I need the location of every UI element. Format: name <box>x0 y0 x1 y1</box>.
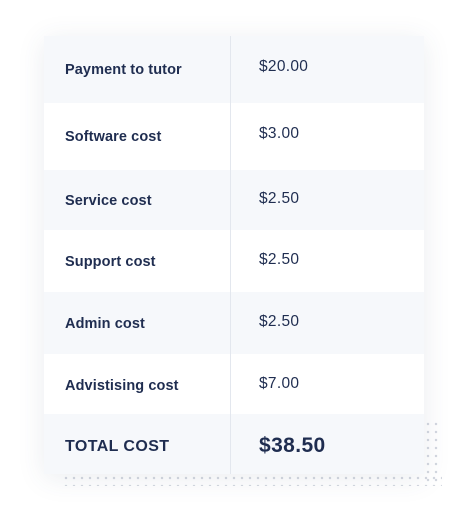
row-label: Service cost <box>65 193 152 209</box>
total-row: TOTAL COST $38.50 <box>44 414 424 474</box>
dot-pattern-decoration <box>62 474 442 486</box>
table-row: Support cost $2.50 <box>44 230 424 292</box>
row-label: Payment to tutor <box>65 62 182 78</box>
cost-breakdown-stage: Payment to tutor $20.00 Software cost $3… <box>0 0 468 528</box>
row-value: $2.50 <box>259 190 300 207</box>
table-row: Advistising cost $7.00 <box>44 354 424 414</box>
row-label: Software cost <box>65 129 162 145</box>
row-label: Support cost <box>65 254 156 270</box>
row-value: $3.00 <box>259 125 300 142</box>
row-label: Advistising cost <box>65 378 179 394</box>
table-row: Admin cost $2.50 <box>44 292 424 354</box>
row-value: $20.00 <box>259 58 309 75</box>
cost-table-card: Payment to tutor $20.00 Software cost $3… <box>44 36 424 474</box>
total-value: $38.50 <box>259 434 326 457</box>
row-value: $2.50 <box>259 251 300 268</box>
table-row: Software cost $3.00 <box>44 103 424 170</box>
row-value: $7.00 <box>259 375 300 392</box>
dot-pattern-decoration <box>424 420 438 486</box>
total-label: TOTAL COST <box>65 438 170 455</box>
row-value: $2.50 <box>259 313 300 330</box>
table-row: Payment to tutor $20.00 <box>44 36 424 103</box>
column-divider <box>230 36 231 474</box>
table-row: Service cost $2.50 <box>44 170 424 230</box>
row-label: Admin cost <box>65 316 145 332</box>
